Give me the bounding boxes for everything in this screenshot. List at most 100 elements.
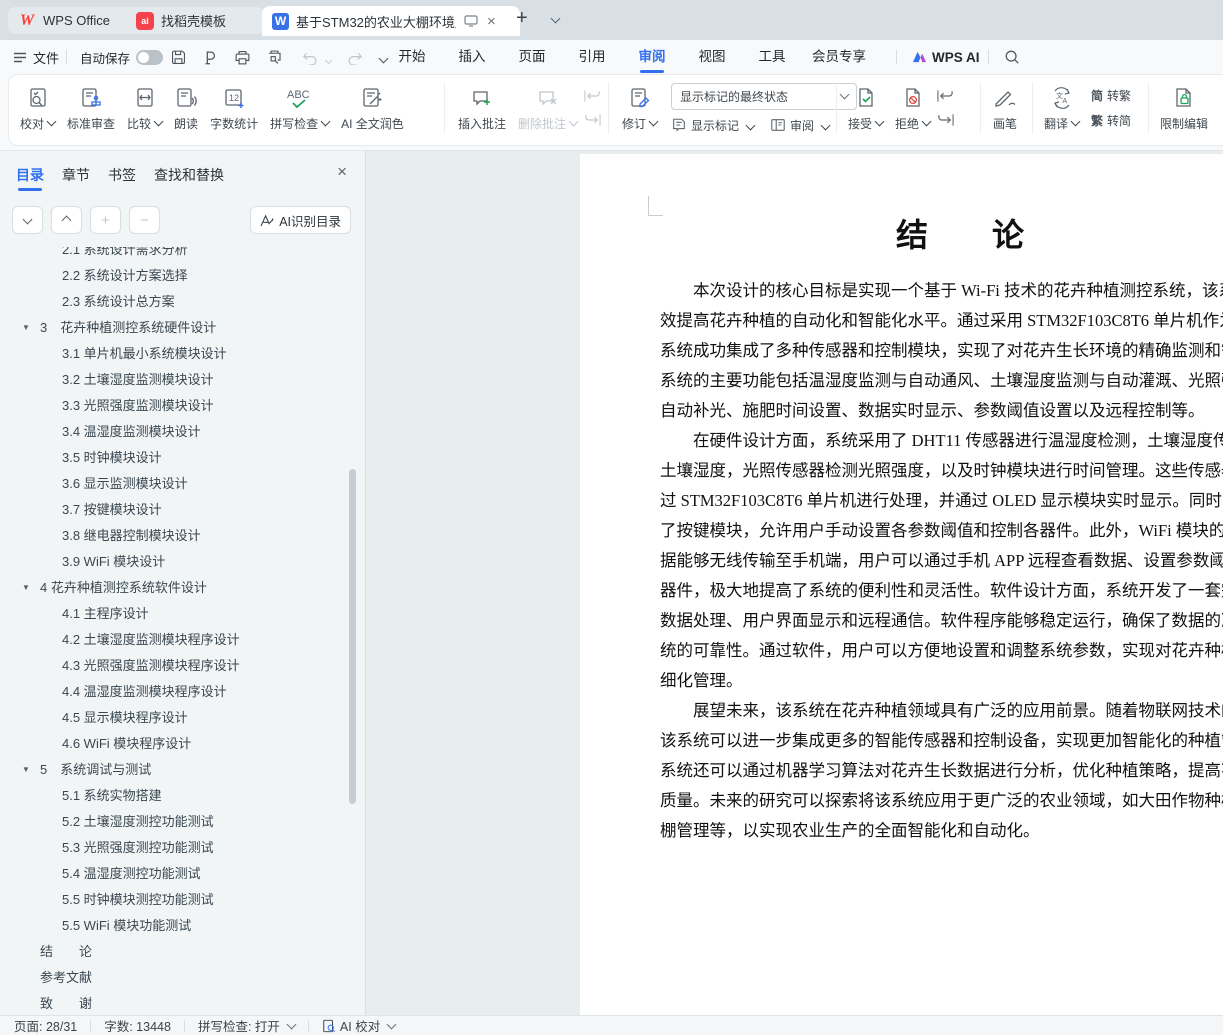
toc-item[interactable]: 4.6 WiFi 模块程序设计 (0, 731, 355, 757)
toc-collapse-arrow-icon[interactable]: ▼ (22, 757, 30, 783)
to-simplified-button[interactable]: 繁 转简 (1091, 112, 1131, 129)
ai-polish-button[interactable]: AI 全文润色 (335, 77, 410, 139)
toc-item[interactable]: 5.5 WiFi 模块功能测试 (0, 913, 355, 939)
sidebar-scrollbar-thumb[interactable] (349, 469, 356, 804)
menu-tab-insert[interactable]: 插入 (442, 40, 502, 74)
markup-state-select[interactable]: 显示标记的最终状态 (671, 82, 858, 110)
word-count-button[interactable]: 12 字数统计 (204, 77, 264, 139)
word-count-icon: 12 (222, 84, 246, 110)
track-changes-button[interactable]: 修订 (616, 77, 663, 139)
menu-tab-home[interactable]: 开始 (382, 40, 442, 74)
toc-item[interactable]: 3.4 温湿度监测模块设计 (0, 419, 355, 445)
toc-item[interactable]: 4.5 显示模块程序设计 (0, 705, 355, 731)
compare-button[interactable]: 比较 (121, 77, 168, 139)
reject-revision-button[interactable]: 拒绝 (889, 77, 936, 139)
page-indicator[interactable]: 页面: 28/31 (14, 1016, 77, 1035)
toc-item[interactable]: 5.4 温湿度测控功能测试 (0, 861, 355, 887)
toc-item[interactable]: 参考文献 (0, 965, 355, 991)
toc-item[interactable]: 5.5 时钟模块测控功能测试 (0, 887, 355, 913)
toc-collapse-all-button[interactable] (12, 206, 43, 234)
show-markup-button[interactable]: 显示标记 (671, 117, 756, 134)
share-to-device-icon[interactable] (464, 15, 478, 27)
menu-tab-page[interactable]: 页面 (502, 40, 562, 74)
to-traditional-button[interactable]: 简 转繁 (1091, 87, 1131, 104)
menu-tab-view[interactable]: 视图 (682, 40, 742, 74)
toc-item[interactable]: 3.1 单片机最小系统模块设计 (0, 341, 355, 367)
toc-item[interactable]: 2.1 系统设计需求分析 (0, 247, 355, 263)
toc-item[interactable]: 致 谢 (0, 991, 355, 1011)
toc-item[interactable]: 5.3 光照强度测控功能测试 (0, 835, 355, 861)
autosave-toggle[interactable] (136, 49, 164, 65)
next-revision-icon[interactable] (936, 112, 954, 128)
previous-comment-icon[interactable] (583, 88, 601, 104)
toc-zoom-in-button[interactable]: + (90, 206, 121, 234)
toc-item[interactable]: ▼ 4 花卉种植测控系统软件设计 (0, 575, 355, 601)
redo-icon[interactable] (344, 47, 364, 67)
tab-docer[interactable]: ai 找稻壳模板 (126, 7, 264, 34)
review-pane-button[interactable]: 审阅 (770, 117, 831, 134)
toc-zoom-out-button[interactable]: − (129, 206, 160, 234)
standard-review-button[interactable]: 标准审查 (61, 77, 121, 139)
menu-tab-reference[interactable]: 引用 (562, 40, 622, 74)
word-count-indicator[interactable]: 字数: 13448 (104, 1016, 171, 1035)
toc-item[interactable]: 4.1 主程序设计 (0, 601, 355, 627)
toc-item[interactable]: 结 论 (0, 939, 355, 965)
toc-item[interactable]: 5.2 土壤湿度测控功能测试 (0, 809, 355, 835)
sidebar-tab-bookmarks[interactable]: 书签 (108, 164, 136, 188)
export-pdf-icon[interactable] (200, 47, 220, 67)
tab-document[interactable]: W 基于STM32的农业大棚环境监 × (262, 6, 520, 36)
sidebar-tab-contents[interactable]: 目录 (16, 164, 44, 191)
restrict-editing-button[interactable]: 限制编辑 (1154, 77, 1214, 139)
toc-item[interactable]: 5.1 系统实物搭建 (0, 783, 355, 809)
toc-collapse-arrow-icon[interactable]: ▼ (22, 315, 30, 341)
close-tab-icon[interactable]: × (487, 13, 496, 30)
spell-check-button[interactable]: ABC 拼写检查 (264, 77, 335, 139)
save-icon[interactable] (168, 47, 188, 67)
toc-item[interactable]: 2.2 系统设计方案选择 (0, 263, 355, 289)
delete-comment-button[interactable]: 删除批注 (512, 77, 583, 139)
toc-expand-all-button[interactable] (51, 206, 82, 234)
pen-button[interactable]: 画笔 (986, 77, 1024, 139)
toc-item[interactable]: 3.6 显示监测模块设计 (0, 471, 355, 497)
spell-check-status[interactable]: 拼写检查: 打开 (198, 1016, 297, 1035)
previous-revision-icon[interactable] (936, 88, 954, 104)
ai-recognize-toc-button[interactable]: AI识别目录 (250, 206, 351, 234)
search-icon[interactable] (1002, 47, 1022, 67)
toc-item[interactable]: 3.3 光照强度监测模块设计 (0, 393, 355, 419)
toc-item[interactable]: 3.9 WiFi 模块设计 (0, 549, 355, 575)
toc-item[interactable]: 3.8 继电器控制模块设计 (0, 523, 355, 549)
close-sidebar-icon[interactable]: × (337, 162, 347, 182)
toc-item[interactable]: ▼ 5 系统调试与测试 (0, 757, 355, 783)
toc-item[interactable]: 3.7 按键模块设计 (0, 497, 355, 523)
toc-item[interactable]: 4.4 温湿度监测模块程序设计 (0, 679, 355, 705)
new-tab-button[interactable]: + (516, 8, 528, 28)
read-aloud-button[interactable]: 朗读 (168, 77, 204, 139)
undo-dropdown-icon[interactable] (322, 53, 333, 71)
menu-tab-tools[interactable]: 工具 (742, 40, 802, 74)
accept-revision-button[interactable]: 接受 (842, 77, 889, 139)
tab-list-chevron-icon[interactable] (548, 10, 561, 30)
proofread-button[interactable]: 校对 (14, 77, 61, 139)
file-menu[interactable]: 文件 (13, 40, 59, 74)
sidebar-tab-find-replace[interactable]: 查找和替换 (154, 164, 224, 188)
translate-button[interactable]: 文 A 翻译 (1038, 77, 1085, 139)
toc-item[interactable]: 4.3 光照强度监测模块程序设计 (0, 653, 355, 679)
next-comment-icon[interactable] (583, 112, 601, 128)
undo-icon[interactable] (300, 47, 320, 67)
toc-item[interactable]: 3.5 时钟模块设计 (0, 445, 355, 471)
print-icon[interactable] (232, 47, 252, 67)
toc-item[interactable]: 2.3 系统设计总方案 (0, 289, 355, 315)
print-preview-icon[interactable] (264, 47, 284, 67)
toc-item[interactable]: 4.2 土壤湿度监测模块程序设计 (0, 627, 355, 653)
menu-tab-review[interactable]: 审阅 (622, 40, 682, 74)
menu-tab-membership[interactable]: 会员专享 (798, 40, 880, 74)
wps-ai-menu[interactable]: WPS AI (912, 40, 980, 74)
tab-wps-home[interactable]: W WPS Office (8, 7, 138, 34)
ai-proofread-status[interactable]: AI 校对 (322, 1016, 397, 1035)
sidebar-tab-sections[interactable]: 章节 (62, 164, 90, 188)
toc-item[interactable]: ▼ 3 花卉种植测控系统硬件设计 (0, 315, 355, 341)
toc-item[interactable]: 3.2 土壤湿度监测模块设计 (0, 367, 355, 393)
toc-collapse-arrow-icon[interactable]: ▼ (22, 575, 30, 601)
insert-comment-button[interactable]: 插入批注 (452, 77, 512, 139)
document-page[interactable]: 结 论 本次设计的核心目标是实现一个基于 Wi-Fi 技术的花卉种植测控系统，该… (580, 154, 1223, 1015)
